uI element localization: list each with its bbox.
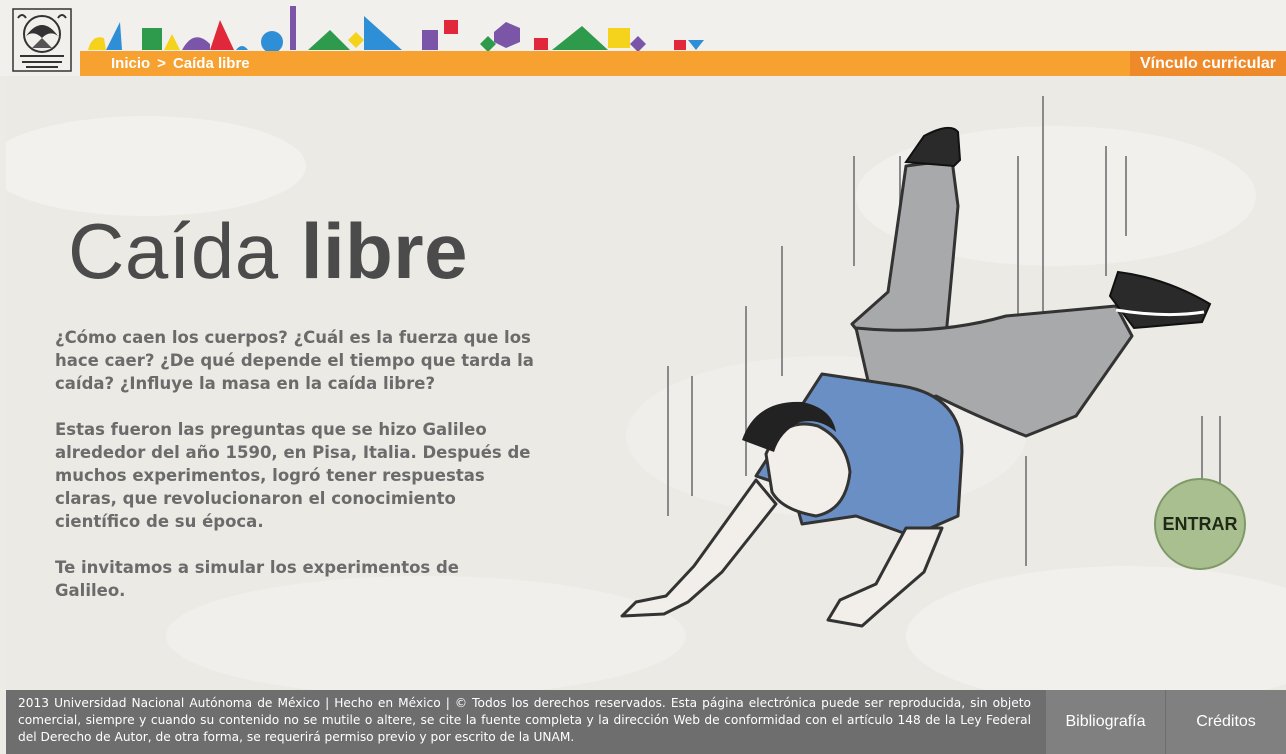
page-title: Caída libre [68,206,468,297]
bibliography-button[interactable]: Bibliografía [1046,690,1165,754]
main-content: Caída libre ¿Cómo caen los cuerpos? ¿Cuá… [6,76,1286,690]
breadcrumb-home-link[interactable]: Inicio [111,55,150,72]
unam-seal-icon[interactable] [12,8,72,72]
breadcrumb: Inicio > Caída libre [111,51,250,76]
site-header: Inicio > Caída libre Vínculo curricular [0,0,1286,76]
curricular-link[interactable]: Vínculo curricular [1129,51,1286,76]
falling-man-illustration [606,96,1246,676]
breadcrumb-separator: > [157,55,166,72]
nav-bar: Inicio > Caída libre Vínculo curricular [80,51,1286,76]
site-footer: 2013 Universidad Nacional Autónoma de Mé… [6,690,1286,754]
credits-button[interactable]: Créditos [1166,690,1286,754]
legal-notice: 2013 Universidad Nacional Autónoma de Mé… [18,696,1031,744]
title-bold: libre [300,207,469,295]
breadcrumb-current: Caída libre [172,55,250,72]
geometric-shapes-banner [82,4,712,53]
title-light: Caída [68,207,279,295]
intro-paragraph: Estas fueron las preguntas que se hizo G… [55,420,531,531]
enter-button[interactable]: ENTRAR [1154,478,1246,570]
intro-paragraph: ¿Cómo caen los cuerpos? ¿Cuál es la fuer… [55,328,534,393]
intro-paragraph: Te invitamos a simular los experimentos … [55,558,460,600]
intro-text: ¿Cómo caen los cuerpos? ¿Cuál es la fuer… [55,326,535,625]
